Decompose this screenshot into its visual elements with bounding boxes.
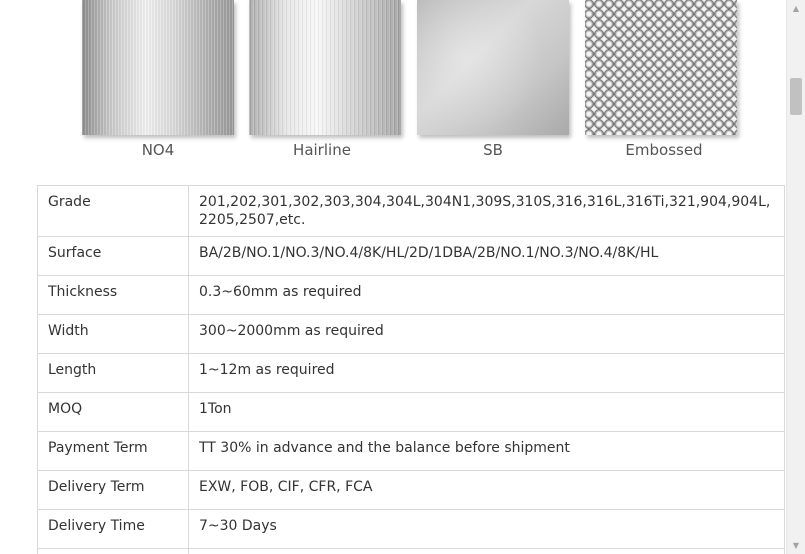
scrollbar-thumb[interactable] xyxy=(790,78,802,115)
row-key: Length xyxy=(37,353,189,393)
swatch-label-embossed: Embossed xyxy=(625,141,703,159)
swatch-label-no4: NO4 xyxy=(141,141,175,159)
table-row xyxy=(37,548,785,554)
table-row: Payment Term TT 30% in advance and the b… xyxy=(37,431,785,471)
swatch-label-hairline: Hairline xyxy=(293,141,351,159)
swatch-hairline xyxy=(249,0,401,135)
row-key: Delivery Time xyxy=(37,509,189,549)
table-row: Length 1~12m as required xyxy=(37,353,785,393)
triangle-down-icon[interactable]: ▼ xyxy=(787,537,805,554)
row-key: MOQ xyxy=(37,392,189,432)
swatch-no4 xyxy=(82,0,234,135)
row-value: 1Ton xyxy=(188,392,785,432)
swatch-label-sb: SB xyxy=(483,141,503,159)
vertical-scrollbar[interactable]: ▲ ▼ xyxy=(786,0,805,554)
table-row: Surface BA/2B/NO.1/NO.3/NO.4/8K/HL/2D/1D… xyxy=(37,236,785,276)
row-key: Thickness xyxy=(37,275,189,315)
row-value: 7~30 Days xyxy=(188,509,785,549)
table-row: MOQ 1Ton xyxy=(37,392,785,432)
row-key: Surface xyxy=(37,236,189,276)
row-value: EXW, FOB, CIF, CFR, FCA xyxy=(188,470,785,510)
row-key: Width xyxy=(37,314,189,354)
row-value: BA/2B/NO.1/NO.3/NO.4/8K/HL/2D/1DBA/2B/NO… xyxy=(188,236,785,276)
triangle-up-icon[interactable]: ▲ xyxy=(787,0,805,17)
specification-table: Grade 201,202,301,302,303,304,304L,304N1… xyxy=(37,185,785,554)
swatch-embossed xyxy=(585,0,737,135)
table-row: Delivery Time 7~30 Days xyxy=(37,509,785,549)
row-key: Delivery Term xyxy=(37,470,189,510)
row-key: Payment Term xyxy=(37,431,189,471)
row-value xyxy=(188,548,785,554)
swatch-sb xyxy=(417,0,569,135)
row-value: 201,202,301,302,303,304,304L,304N1,309S,… xyxy=(188,185,785,237)
table-row: Thickness 0.3~60mm as required xyxy=(37,275,785,315)
surface-finish-image: NO4 Hairline SB Embossed xyxy=(37,0,786,177)
row-value: 0.3~60mm as required xyxy=(188,275,785,315)
table-row: Delivery Term EXW, FOB, CIF, CFR, FCA xyxy=(37,470,785,510)
page-content: NO4 Hairline SB Embossed Grade 201,202,3… xyxy=(0,0,786,554)
table-row: Width 300~2000mm as required xyxy=(37,314,785,354)
table-row: Grade 201,202,301,302,303,304,304L,304N1… xyxy=(37,185,785,237)
row-value: 300~2000mm as required xyxy=(188,314,785,354)
row-key xyxy=(37,548,189,554)
row-key: Grade xyxy=(37,185,189,237)
row-value: TT 30% in advance and the balance before… xyxy=(188,431,785,471)
row-value: 1~12m as required xyxy=(188,353,785,393)
